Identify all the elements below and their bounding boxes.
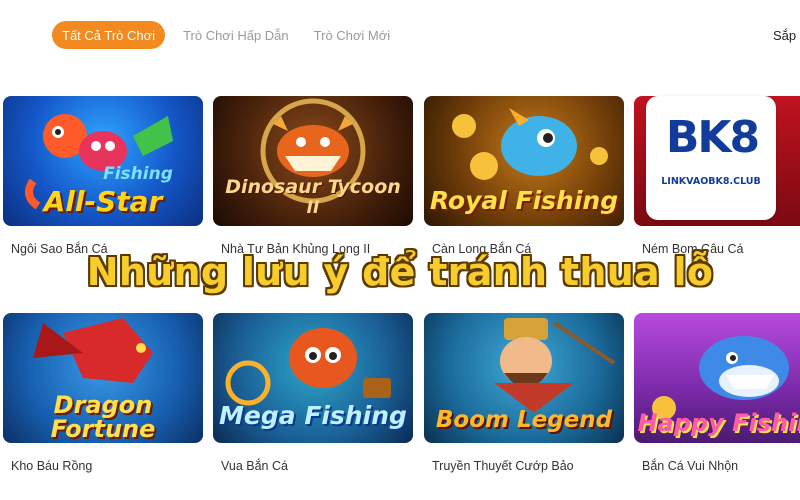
game-caption[interactable]: Vua Bắn Cá [221,459,288,473]
game-art-subtitle: II [306,198,320,218]
game-card[interactable]: Royal Fishing Càn Long Bắn Cá [424,96,624,256]
game-art-subtitle: Fishing [103,164,173,184]
tab-new-games[interactable]: Trò Chơi Mới [304,21,401,49]
game-art-title: Happy Fishing [637,409,800,437]
category-tabs: Tất Cả Trò Chơi Trò Chơi Hấp Dẫn Trò Chơ… [52,21,405,49]
logo-subtitle: LINKVAOBK8.CLUB [661,176,761,187]
game-card[interactable]: Mega Fishing Vua Bắn Cá [213,313,413,473]
game-card[interactable]: Fishing All-Star Ngôi Sao Bắn Cá [3,96,203,256]
game-thumbnail[interactable]: Dragon Fortune [3,313,203,443]
game-art-title: Royal Fishing [429,186,619,215]
game-art-title: Dinosaur Tycoon [225,176,401,198]
game-art-title: Dragon Fortune [50,391,156,443]
game-art-title: All-Star [43,185,163,218]
game-card[interactable]: Dragon Fortune Kho Báu Rồng [3,313,203,473]
logo-mark: BK8 [665,112,760,163]
game-art-title: Boom Legend [435,407,613,433]
tab-hot-games[interactable]: Trò Chơi Hấp Dẫn [173,21,299,49]
tab-all-games[interactable]: Tất Cả Trò Chơi [52,21,166,49]
game-art-title: Mega Fishing [219,401,407,430]
game-thumbnail[interactable]: Boom Legend [424,313,624,443]
sort-dropdown[interactable]: Sắp [773,28,796,43]
game-card[interactable]: Happy Fishing Bắn Cá Vui Nhộn [634,313,800,473]
game-thumbnail[interactable]: Mega Fishing [213,313,413,443]
headline-banner: Những lưu ý để tránh thua lỗ [86,250,714,294]
game-thumbnail[interactable]: Dinosaur Tycoon II [213,96,413,226]
game-card[interactable]: Boom Legend Truyền Thuyết Cướp Bảo [424,313,624,473]
game-caption[interactable]: Kho Báu Rồng [11,459,92,473]
game-caption[interactable]: Bắn Cá Vui Nhộn [642,459,738,473]
game-caption[interactable]: Truyền Thuyết Cướp Bảo [432,459,574,473]
game-card[interactable]: Dinosaur Tycoon II Nhà Tư Bản Khủng Long… [213,96,413,256]
game-thumbnail[interactable]: Royal Fishing [424,96,624,226]
game-thumbnail[interactable]: Fishing All-Star [3,96,203,226]
bk8-logo: BK8 LINKVAOBK8.CLUB [646,96,776,220]
game-thumbnail[interactable]: Happy Fishing [634,313,800,443]
